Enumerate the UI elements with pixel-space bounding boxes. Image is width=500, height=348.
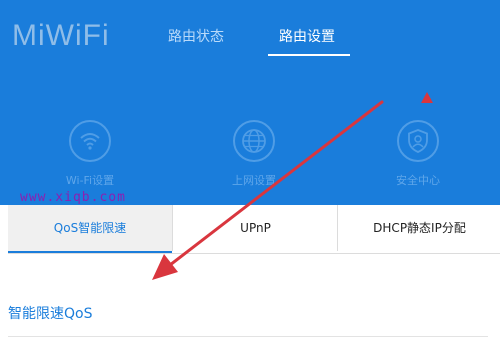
- red-arrow-head: [152, 254, 178, 280]
- section-title-qos: 智能限速QoS: [8, 306, 93, 322]
- tab-upnp[interactable]: UPnP: [172, 205, 338, 251]
- globe-icon: [233, 120, 275, 162]
- menu-item-security-center[interactable]: 安全中心: [363, 120, 473, 188]
- tab-qos[interactable]: QoS智能限速: [8, 205, 172, 253]
- menu-label-wifi-settings: Wi-Fi设置: [65, 174, 115, 187]
- shield-user-icon: [397, 120, 439, 162]
- router-header: MiWiFi 路由状态 路由设置 Wi-Fi设置 上网设置 安全中心: [0, 0, 500, 205]
- miwifi-logo: MiWiFi: [12, 19, 110, 52]
- settings-tab-bar: QoS智能限速 UPnP DHCP静态IP分配: [8, 205, 500, 254]
- tab-dhcp-static-ip[interactable]: DHCP静态IP分配: [337, 205, 500, 251]
- wifi-icon: [69, 120, 111, 162]
- section-divider: [8, 336, 488, 337]
- menu-item-internet-settings[interactable]: 上网设置: [199, 120, 309, 188]
- menu-label-security-center: 安全中心: [396, 174, 440, 187]
- menu-label-internet-settings: 上网设置: [232, 174, 276, 187]
- nav-tab-router-settings[interactable]: 路由设置: [279, 28, 335, 46]
- nav-tab-router-status[interactable]: 路由状态: [168, 28, 224, 46]
- site-watermark: www.xiqb.com: [20, 190, 126, 205]
- nav-active-indicator: [268, 54, 350, 56]
- menu-item-wifi-settings[interactable]: Wi-Fi设置: [35, 120, 145, 188]
